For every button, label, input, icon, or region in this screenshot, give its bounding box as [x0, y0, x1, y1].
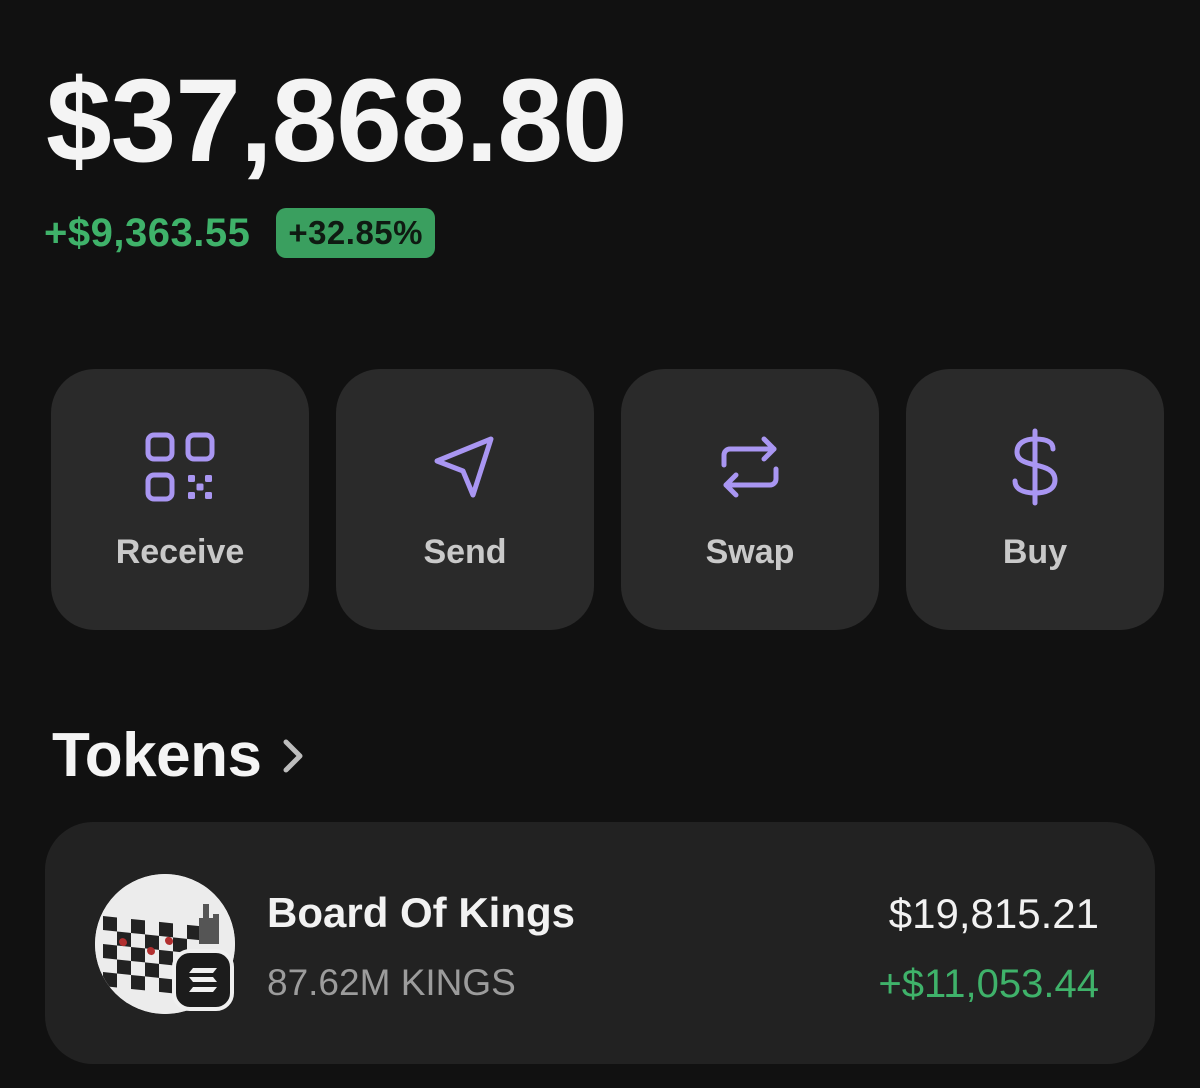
token-row[interactable]: Board Of Kings 87.62M KINGS $19,815.21 +…	[45, 822, 1155, 1064]
change-percent-badge: +32.85%	[276, 208, 436, 258]
token-value: $19,815.21	[888, 890, 1099, 937]
buy-label: Buy	[1002, 533, 1068, 571]
swap-button[interactable]: Swap	[621, 369, 879, 630]
dollar-icon	[995, 427, 1075, 507]
tokens-section-header[interactable]: Tokens	[52, 720, 307, 791]
swap-icon	[710, 427, 790, 507]
token-change: +$11,053.44	[878, 962, 1099, 1006]
token-name: Board Of Kings	[267, 889, 576, 936]
qr-code-icon	[140, 427, 220, 507]
solana-icon	[172, 949, 234, 1011]
receive-label: Receive	[115, 533, 245, 571]
send-button[interactable]: Send	[336, 369, 594, 630]
tokens-title: Tokens	[52, 721, 262, 790]
send-icon	[425, 427, 505, 507]
chevron-right-icon	[279, 734, 307, 778]
buy-button[interactable]: Buy	[906, 369, 1164, 630]
token-amount: 87.62M KINGS	[267, 962, 516, 1003]
receive-button[interactable]: Receive	[51, 369, 309, 630]
balance-change-row: +$9,363.55 +32.85%	[44, 208, 436, 258]
swap-label: Swap	[705, 533, 795, 571]
change-amount: +$9,363.55	[44, 210, 251, 255]
balance-amount: $37,868.80	[46, 55, 628, 187]
action-buttons: Receive Send Swap Buy	[51, 369, 1164, 630]
send-label: Send	[423, 533, 507, 571]
